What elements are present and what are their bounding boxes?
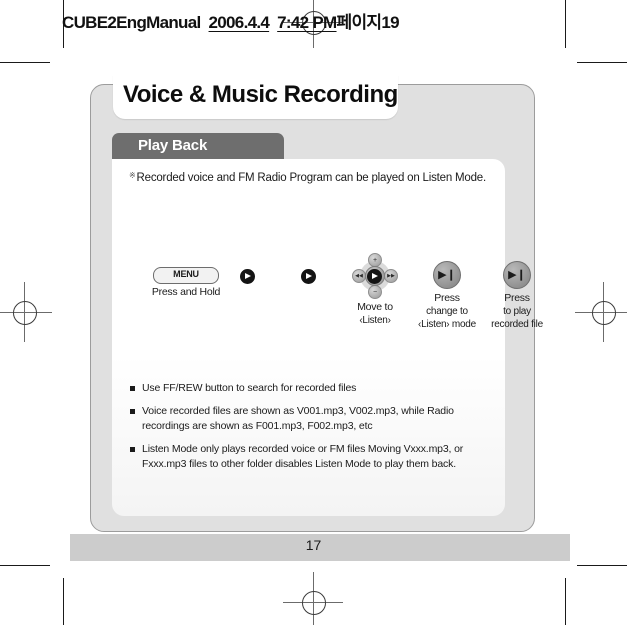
dpad-up-button[interactable]: + <box>368 253 382 267</box>
play-button-icon-2[interactable]: ▶❙ <box>503 261 531 289</box>
reference-mark-icon: ※ <box>129 171 136 180</box>
print-header: CUBE2EngManual 2006.4.4 7:42 PM페이지19 <box>62 8 400 33</box>
step-4-caption-line3: recorded file <box>491 319 543 330</box>
step-4-caption-line2: to play <box>503 306 531 317</box>
menu-button-icon[interactable]: MENU <box>153 267 219 284</box>
bullet-square-icon <box>130 408 135 414</box>
step-diagram: MENU Press and Hold + − ◀◀ ▶▶ ▶❙ Move to… <box>112 253 543 363</box>
arrow-right-icon-1 <box>240 269 255 284</box>
section-tab-play-back[interactable]: Play Back <box>112 133 284 159</box>
content-panel: ※Recorded voice and FM Radio Program can… <box>112 159 543 516</box>
note-item: Voice recorded files are shown as V001.m… <box>129 404 497 435</box>
print-header-page-label: 페이지19 <box>336 13 400 32</box>
arrow-right-icon-3 <box>367 269 382 284</box>
registration-mark-right <box>575 282 627 342</box>
page-title-plate: Voice & Music Recording <box>113 75 398 119</box>
bullet-square-icon <box>130 386 135 391</box>
registration-mark-bottom <box>283 572 343 625</box>
registration-mark-left <box>0 282 52 342</box>
play-button-icon-1[interactable]: ▶❙ <box>433 261 461 289</box>
step-4-caption-line1: Press <box>504 292 530 304</box>
print-header-date: 2006.4.4 <box>208 13 270 32</box>
page-title: Voice & Music Recording <box>123 81 398 108</box>
print-header-document: CUBE2EngManual <box>62 13 201 32</box>
note-text: Voice recorded files are shown as V001.m… <box>142 404 454 433</box>
print-header-time: 7:42 PM <box>277 13 337 32</box>
step-1-caption: Press and Hold <box>151 286 221 298</box>
crop-mark-bottom-right-horizontal <box>577 565 627 566</box>
note-text: Use FF/REW button to search for recorded… <box>142 382 357 394</box>
step-1-menu: MENU Press and Hold <box>134 267 238 299</box>
crop-mark-bottom-left-vertical <box>63 578 64 625</box>
crop-mark-bottom-left-horizontal <box>0 565 50 566</box>
dpad-rew-button[interactable]: ◀◀ <box>352 269 366 283</box>
menu-button-label: MENU <box>173 269 199 279</box>
step-4-press-play-file: ▶❙ Press to play recorded file <box>472 261 562 331</box>
crop-mark-top-right-horizontal <box>577 62 627 63</box>
notes-list: Use FF/REW button to search for recorded… <box>129 381 497 480</box>
note-item: Listen Mode only plays recorded voice or… <box>129 442 497 473</box>
dpad-ff-button[interactable]: ▶▶ <box>384 269 398 283</box>
page-number: 17 <box>305 537 322 553</box>
intro-note: ※Recorded voice and FM Radio Program can… <box>129 171 486 184</box>
intro-note-text: Recorded voice and FM Radio Program can … <box>136 172 487 184</box>
arrow-right-icon-2 <box>301 269 316 284</box>
note-text: Listen Mode only plays recorded voice or… <box>142 442 464 471</box>
manual-page: Voice & Music Recording Play Back ※Recor… <box>90 75 543 532</box>
dpad-down-button[interactable]: − <box>368 285 382 299</box>
crop-mark-bottom-right-vertical <box>565 578 566 625</box>
bullet-square-icon <box>130 446 135 452</box>
crop-mark-top-right-vertical <box>565 0 566 48</box>
section-tab-label: Play Back <box>138 137 208 154</box>
crop-mark-top-left-horizontal <box>0 62 50 63</box>
note-item: Use FF/REW button to search for recorded… <box>129 381 497 397</box>
